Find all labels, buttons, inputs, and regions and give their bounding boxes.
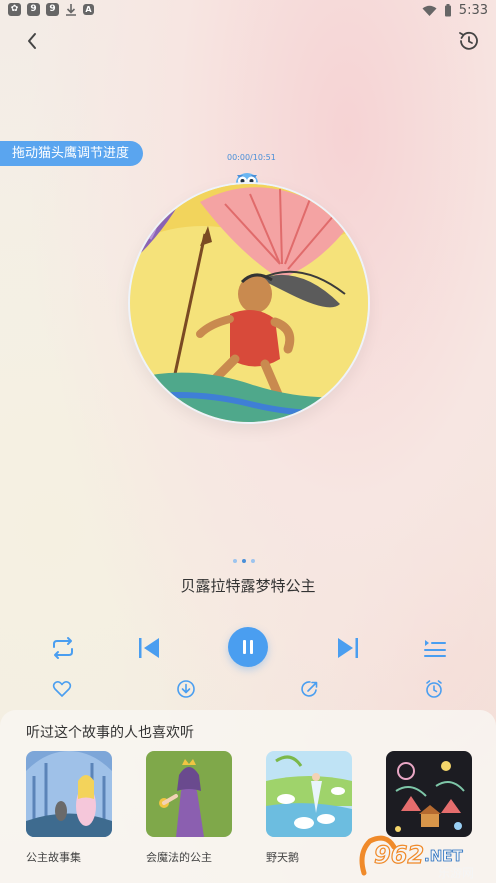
recommendation-title: 听过这个故事的人也喜欢听 [26,725,194,741]
app-notification-icon: ✿ [8,3,21,16]
previous-track-icon[interactable] [135,634,163,662]
status-bar: ✿ 9 9 A 5:33 [0,0,496,22]
recommend-card[interactable]: 会魔法的公主 [146,751,232,865]
album-cover-disc [130,184,368,422]
history-clock-icon[interactable] [456,28,482,54]
pause-icon [243,640,253,654]
share-icon[interactable] [300,679,320,699]
recommend-name: 会魔法的公主 [146,851,212,864]
clock: 5:33 [458,3,488,18]
repeat-mode-icon[interactable] [49,634,77,662]
svg-text:.NET: .NET [424,847,463,865]
page-dot [233,559,237,563]
battery-icon [444,4,451,17]
recommend-name: 野天鹅 [266,851,299,864]
app-notification-icon: 9 [27,3,40,16]
svg-text:乐游网: 乐游网 [438,866,474,880]
download-icon [66,4,76,16]
recommend-cover-image [26,751,112,837]
recommend-cover-image [146,751,232,837]
recommend-card[interactable]: 公主故事集 [26,751,112,865]
site-watermark-logo: 962 .NET 乐游网 [359,835,474,880]
playlist-icon[interactable] [421,634,449,662]
progress-time: 00:00/10:51 [227,153,276,162]
top-bar [0,26,496,56]
recommend-name: 公主故事集 [26,851,81,864]
pause-button[interactable] [228,627,268,667]
app-notification-icon: 9 [46,3,59,16]
track-title: 贝露拉特露梦特公主 [180,577,316,595]
download-icon[interactable] [176,679,196,699]
page-dot [251,559,255,563]
page-indicator [233,559,255,563]
drag-owl-hint: 拖动猫头鹰调节进度 [0,141,144,166]
next-track-icon[interactable] [334,634,362,662]
back-arrow-icon[interactable] [20,28,46,54]
sleep-timer-icon[interactable] [424,679,444,699]
a-icon: A [83,4,94,15]
recommend-cover-image [266,751,352,837]
wifi-icon [422,5,437,16]
svg-text:962: 962 [374,841,424,869]
favorite-heart-icon[interactable] [52,679,72,699]
album-artwork-image [130,184,368,422]
page-dot-active [242,559,246,563]
recommend-card[interactable]: 野天鹅 [266,751,352,865]
